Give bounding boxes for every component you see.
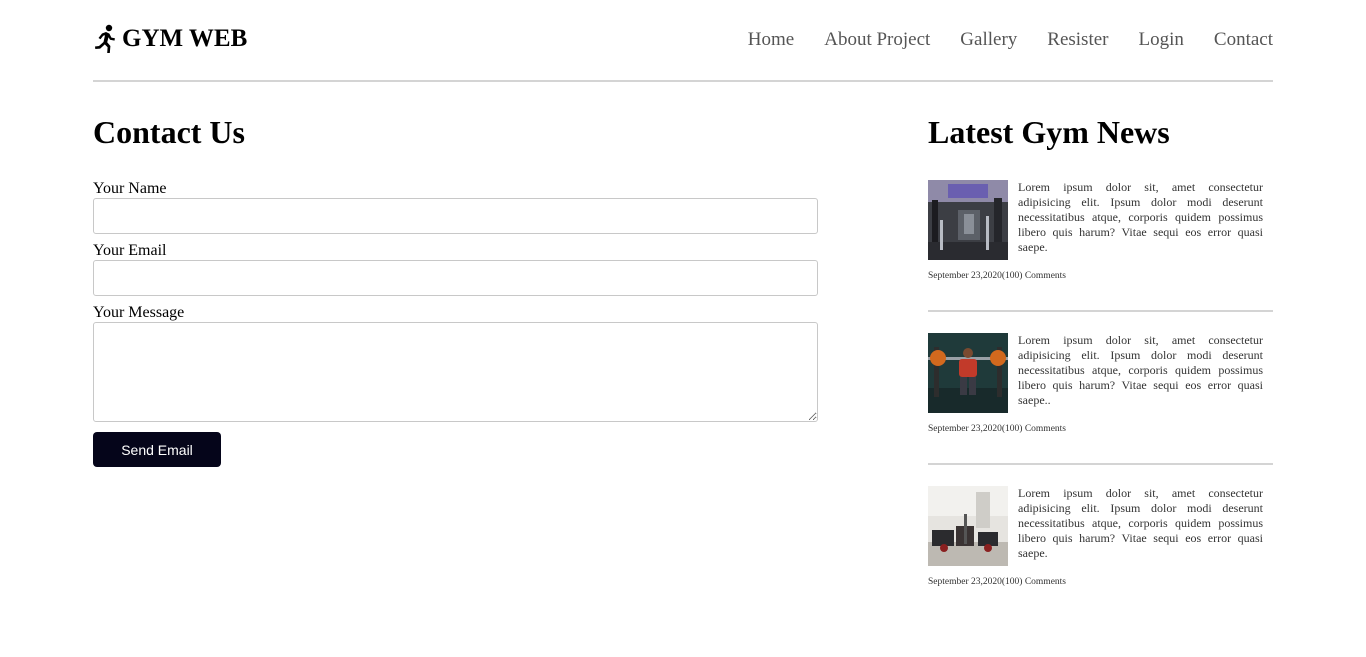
news-thumbnail-gym-interior[interactable]	[928, 180, 1008, 260]
news-date-comments: September 23,2020(100) Comments	[928, 271, 1066, 281]
message-label: Your Message	[93, 304, 185, 321]
news-divider	[928, 310, 1273, 312]
brand-logo[interactable]: GYM WEB	[93, 24, 247, 54]
send-email-button[interactable]: Send Email	[93, 432, 221, 467]
nav-login[interactable]: Login	[1139, 28, 1184, 52]
news-item: Lorem ipsum dolor sit, amet consectetur …	[928, 486, 1273, 639]
news-thumbnail-gym-equipment[interactable]	[928, 486, 1008, 566]
nav-contact[interactable]: Contact	[1214, 28, 1273, 52]
news-title: Latest Gym News	[928, 114, 1170, 150]
email-input[interactable]	[93, 260, 818, 296]
nav-home[interactable]: Home	[748, 28, 794, 52]
main-nav: Home About Project Gallery Resister Logi…	[718, 28, 1273, 52]
news-excerpt: Lorem ipsum dolor sit, amet consectetur …	[1018, 180, 1263, 254]
nav-register[interactable]: Resister	[1047, 28, 1108, 52]
news-thumbnail-weightlifter[interactable]	[928, 333, 1008, 413]
name-input[interactable]	[93, 198, 818, 234]
news-divider	[928, 463, 1273, 465]
name-label: Your Name	[93, 180, 167, 197]
news-date-comments: September 23,2020(100) Comments	[928, 577, 1066, 587]
message-textarea[interactable]	[93, 322, 818, 422]
news-item: Lorem ipsum dolor sit, amet consectetur …	[928, 333, 1273, 486]
nav-about-project[interactable]: About Project	[824, 28, 930, 52]
news-item: Lorem ipsum dolor sit, amet consectetur …	[928, 180, 1273, 333]
brand-name: GYM WEB	[122, 25, 248, 52]
news-date-comments: September 23,2020(100) Comments	[928, 424, 1066, 434]
nav-gallery[interactable]: Gallery	[960, 28, 1017, 52]
news-excerpt: Lorem ipsum dolor sit, amet consectetur …	[1018, 486, 1263, 560]
site-header: GYM WEB Home About Project Gallery Resis…	[93, 0, 1273, 82]
news-excerpt: Lorem ipsum dolor sit, amet consectetur …	[1018, 333, 1263, 407]
email-label: Your Email	[93, 242, 167, 259]
running-person-icon	[93, 24, 119, 54]
contact-title: Contact Us	[93, 114, 245, 150]
news-section: Latest Gym News Lorem ipsum dolor sit, a…	[928, 112, 1273, 639]
contact-section: Contact Us Your Name Your Email Your Mes…	[93, 112, 818, 467]
